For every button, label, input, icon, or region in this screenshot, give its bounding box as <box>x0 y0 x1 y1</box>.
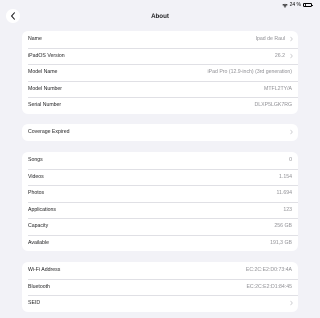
row-label: Applications <box>28 206 56 213</box>
settings-row-songs: Songs 0 <box>22 152 298 169</box>
settings-row-videos: Videos 1.154 <box>22 168 298 186</box>
row-value: Ipad de Raul <box>255 36 285 43</box>
device-info-group: Name Ipad de Raul iPadOS Version 26.2 Model … <box>22 31 298 114</box>
settings-row-serial-number: Serial Number DLXP5LGK7RG <box>22 97 298 114</box>
row-label: iPadOS Version <box>28 52 65 59</box>
row-value: 1.154 <box>279 173 292 180</box>
row-value: 0 <box>289 157 292 164</box>
settings-row-model-name: Model Name iPad Pro (12.9-inch) (3rd gene… <box>22 64 298 81</box>
chevron-right-icon <box>290 53 293 58</box>
row-value: iPad Pro (12.9-inch) (3rd generation) <box>207 69 292 76</box>
storage-stats-group: Songs 0 Videos 1.154 Photos 11.694 Application… <box>22 152 298 251</box>
settings-row-wi-fi-address: Wi-Fi Address EC:2C:E2:D0:73:4A <box>22 262 298 279</box>
row-value: 26.2 <box>274 52 285 59</box>
row-label: Model Name <box>28 69 58 76</box>
settings-row-available: Available 191,3 GB <box>22 234 298 252</box>
chevron-right-icon <box>290 130 293 135</box>
row-label: Songs <box>28 157 43 164</box>
row-label: Capacity <box>28 223 49 230</box>
settings-row-bluetooth: Bluetooth EC:2C:E2:D1:84:45 <box>22 278 298 296</box>
row-value: MTFL2TY/A <box>264 85 292 92</box>
chevron-right-icon <box>290 301 293 306</box>
row-label: Bluetooth <box>28 283 50 290</box>
settings-row-capacity: Capacity 256 GB <box>22 218 298 235</box>
settings-row-photos: Photos 11.694 <box>22 185 298 202</box>
row-value: EC:2C:E2:D0:73:4A <box>245 267 292 274</box>
row-label: SEID <box>28 300 41 307</box>
network-info-group: Wi-Fi Address EC:2C:E2:D0:73:4A Bluetooth E… <box>22 262 298 312</box>
settings-row-ipados-version[interactable]: iPadOS Version 26.2 <box>22 47 298 65</box>
battery-level-fill <box>304 4 306 6</box>
settings-row-seid[interactable]: SEID <box>22 295 298 312</box>
chevron-right-icon <box>290 37 293 42</box>
settings-row-applications: Applications 123 <box>22 201 298 219</box>
coverage-group: Coverage Expired <box>22 124 298 141</box>
row-label: Photos <box>28 190 45 197</box>
row-label: Available <box>28 239 49 246</box>
row-value: 123 <box>283 206 292 213</box>
settings-row-name[interactable]: Name Ipad de Raul <box>22 31 298 48</box>
row-value: EC:2C:E2:D1:84:45 <box>246 283 292 290</box>
row-label: Name <box>28 36 42 43</box>
row-label: Model Number <box>28 85 63 92</box>
row-label: Wi-Fi Address <box>28 267 61 274</box>
page-title: About <box>151 13 169 20</box>
settings-row-coverage-expired[interactable]: Coverage Expired <box>22 124 298 141</box>
battery-icon <box>303 2 313 8</box>
row-label: Coverage Expired <box>28 129 70 136</box>
row-value: 191,3 GB <box>270 239 292 246</box>
navigation-bar: About <box>0 8 320 26</box>
settings-row-model-number: Model Number MTFL2TY/A <box>22 80 298 98</box>
row-label: Serial Number <box>28 102 62 109</box>
row-value: 11.694 <box>276 190 292 197</box>
row-value: DLXP5LGK7RG <box>254 102 292 109</box>
wifi-icon <box>281 3 288 8</box>
row-value: 256 GB <box>274 223 292 230</box>
row-label: Videos <box>28 173 44 180</box>
